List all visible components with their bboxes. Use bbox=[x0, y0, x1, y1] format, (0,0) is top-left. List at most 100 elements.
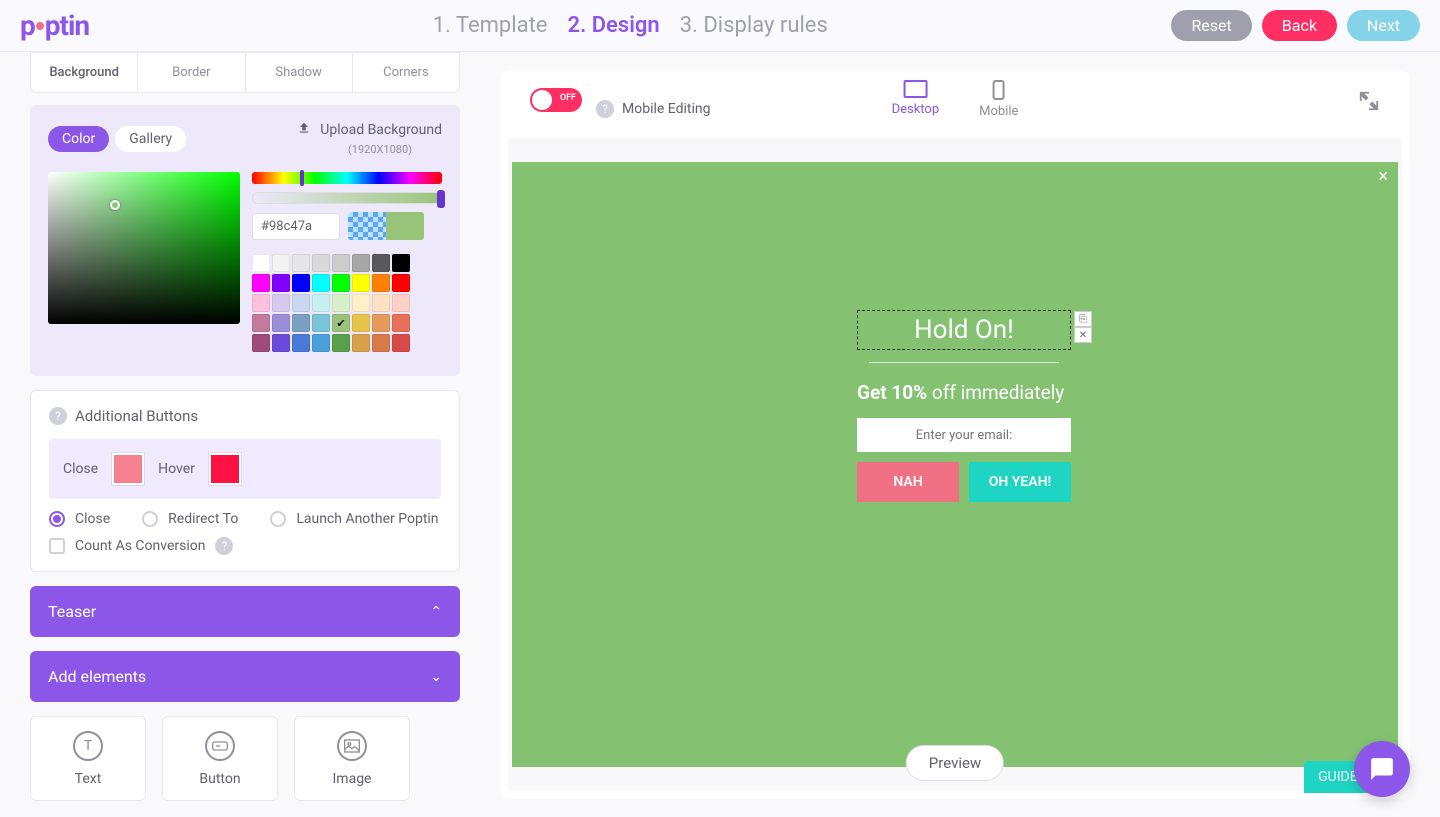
logo[interactable]: p ptin bbox=[20, 9, 89, 42]
step-template[interactable]: 1. Template bbox=[433, 13, 548, 38]
color-swatch[interactable] bbox=[372, 254, 390, 272]
color-swatch[interactable] bbox=[372, 274, 390, 292]
color-swatch[interactable] bbox=[312, 274, 330, 292]
color-swatch[interactable] bbox=[292, 314, 310, 332]
color-swatch[interactable] bbox=[392, 294, 410, 312]
color-swatch[interactable] bbox=[392, 254, 410, 272]
chat-fab[interactable] bbox=[1354, 741, 1410, 797]
color-swatch[interactable] bbox=[332, 314, 350, 332]
alpha-slider[interactable] bbox=[252, 192, 442, 204]
pill-gallery[interactable]: Gallery bbox=[115, 126, 186, 152]
color-swatch[interactable] bbox=[372, 314, 390, 332]
delete-handle-icon[interactable]: ✕ bbox=[1074, 327, 1092, 343]
mobile-editing-label: Mobile Editing bbox=[622, 101, 710, 117]
radio-close[interactable] bbox=[49, 511, 65, 527]
color-swatch[interactable] bbox=[332, 274, 350, 292]
color-swatch[interactable] bbox=[292, 274, 310, 292]
popup-close-icon[interactable]: × bbox=[1378, 166, 1388, 187]
help-icon[interactable]: ? bbox=[49, 407, 67, 425]
checkbox-count-conversion[interactable] bbox=[49, 538, 65, 554]
sv-cursor[interactable] bbox=[110, 200, 120, 210]
radio-redirect[interactable] bbox=[142, 511, 158, 527]
color-swatch[interactable] bbox=[372, 294, 390, 312]
popup-subtitle[interactable]: Get 10% off immediately bbox=[857, 381, 1071, 404]
preview-button[interactable]: Preview bbox=[906, 745, 1004, 781]
color-swatch[interactable] bbox=[312, 254, 330, 272]
color-swatch[interactable] bbox=[272, 314, 290, 332]
color-swatch[interactable] bbox=[352, 334, 370, 352]
back-button[interactable]: Back bbox=[1262, 10, 1337, 41]
color-swatch[interactable] bbox=[252, 314, 270, 332]
color-swatch[interactable] bbox=[252, 254, 270, 272]
help-icon[interactable]: ? bbox=[596, 100, 614, 118]
tab-corners[interactable]: Corners bbox=[353, 53, 459, 92]
color-swatch[interactable] bbox=[292, 254, 310, 272]
color-swatch[interactable] bbox=[392, 334, 410, 352]
tab-mobile[interactable]: Mobile bbox=[979, 80, 1018, 119]
hover-color-swatch[interactable] bbox=[209, 453, 241, 485]
color-swatch[interactable] bbox=[252, 294, 270, 312]
radio-launch-poptin[interactable] bbox=[270, 511, 286, 527]
next-button[interactable]: Next bbox=[1347, 10, 1420, 41]
step-display-rules[interactable]: 3. Display rules bbox=[680, 13, 828, 38]
color-swatch[interactable] bbox=[292, 294, 310, 312]
color-swatch[interactable] bbox=[272, 274, 290, 292]
popup-title-element[interactable]: Hold On! ⎘ ✕ bbox=[857, 310, 1071, 350]
step-design[interactable]: 2. Design bbox=[567, 13, 659, 38]
alpha-cursor[interactable] bbox=[437, 190, 445, 208]
popup-title-text: Hold On! bbox=[914, 315, 1014, 345]
color-swatch[interactable] bbox=[332, 334, 350, 352]
color-swatch[interactable] bbox=[332, 254, 350, 272]
help-icon[interactable]: ? bbox=[215, 537, 233, 555]
device-tabs: Desktop Mobile bbox=[892, 80, 1019, 119]
color-swatch[interactable] bbox=[252, 334, 270, 352]
hue-slider[interactable] bbox=[252, 172, 442, 184]
add-image-element[interactable]: Image bbox=[294, 716, 410, 801]
accordion-teaser[interactable]: Teaser ⌃ bbox=[30, 586, 460, 637]
color-swatch[interactable] bbox=[372, 334, 390, 352]
color-swatch[interactable] bbox=[392, 274, 410, 292]
hex-input[interactable] bbox=[252, 213, 340, 240]
color-swatch[interactable] bbox=[272, 294, 290, 312]
radio-redirect-label: Redirect To bbox=[168, 511, 238, 527]
color-swatch[interactable] bbox=[272, 334, 290, 352]
upload-background-button[interactable]: Upload Background (1920X1080) bbox=[296, 121, 442, 156]
color-swatch[interactable] bbox=[252, 274, 270, 292]
hover-color-label: Hover bbox=[158, 461, 195, 477]
popup-yeah-button[interactable]: OH YEAH! bbox=[969, 462, 1071, 502]
color-swatch[interactable] bbox=[272, 254, 290, 272]
tab-background[interactable]: Background bbox=[31, 53, 138, 92]
color-swatch[interactable] bbox=[352, 274, 370, 292]
popup-preview[interactable]: × Hold On! ⎘ ✕ Get 10% off immediately bbox=[512, 162, 1398, 767]
add-button-element[interactable]: Button bbox=[162, 716, 278, 801]
saturation-value-picker[interactable] bbox=[48, 172, 240, 324]
duplicate-handle-icon[interactable]: ⎘ bbox=[1074, 311, 1092, 327]
color-swatch[interactable] bbox=[352, 314, 370, 332]
fullscreen-icon[interactable] bbox=[1358, 90, 1380, 116]
hue-cursor[interactable] bbox=[300, 170, 304, 186]
reset-button[interactable]: Reset bbox=[1171, 10, 1251, 41]
popup-email-input[interactable] bbox=[857, 418, 1071, 452]
color-swatch[interactable] bbox=[392, 314, 410, 332]
close-color-swatch[interactable] bbox=[112, 453, 144, 485]
tab-border[interactable]: Border bbox=[138, 53, 245, 92]
popup-nah-button[interactable]: NAH bbox=[857, 462, 959, 502]
color-swatch[interactable] bbox=[292, 334, 310, 352]
element-button-label: Button bbox=[199, 771, 240, 787]
tab-desktop[interactable]: Desktop bbox=[892, 80, 940, 119]
color-swatch[interactable] bbox=[312, 314, 330, 332]
element-text-label: Text bbox=[75, 771, 102, 787]
color-swatch[interactable] bbox=[312, 334, 330, 352]
accordion-add-elements-label: Add elements bbox=[48, 667, 146, 686]
mobile-editing-toggle[interactable]: OFF bbox=[530, 88, 582, 112]
background-color-panel: Color Gallery Upload Background (1920X10… bbox=[30, 105, 460, 376]
tab-shadow[interactable]: Shadow bbox=[246, 53, 353, 92]
add-text-element[interactable]: T Text bbox=[30, 716, 146, 801]
color-swatch[interactable] bbox=[332, 294, 350, 312]
accordion-add-elements[interactable]: Add elements ⌄ bbox=[30, 651, 460, 702]
elements-grid: T Text Button Image bbox=[30, 716, 460, 801]
color-swatch[interactable] bbox=[352, 294, 370, 312]
color-swatch[interactable] bbox=[312, 294, 330, 312]
pill-color[interactable]: Color bbox=[48, 126, 109, 152]
color-swatch[interactable] bbox=[352, 254, 370, 272]
